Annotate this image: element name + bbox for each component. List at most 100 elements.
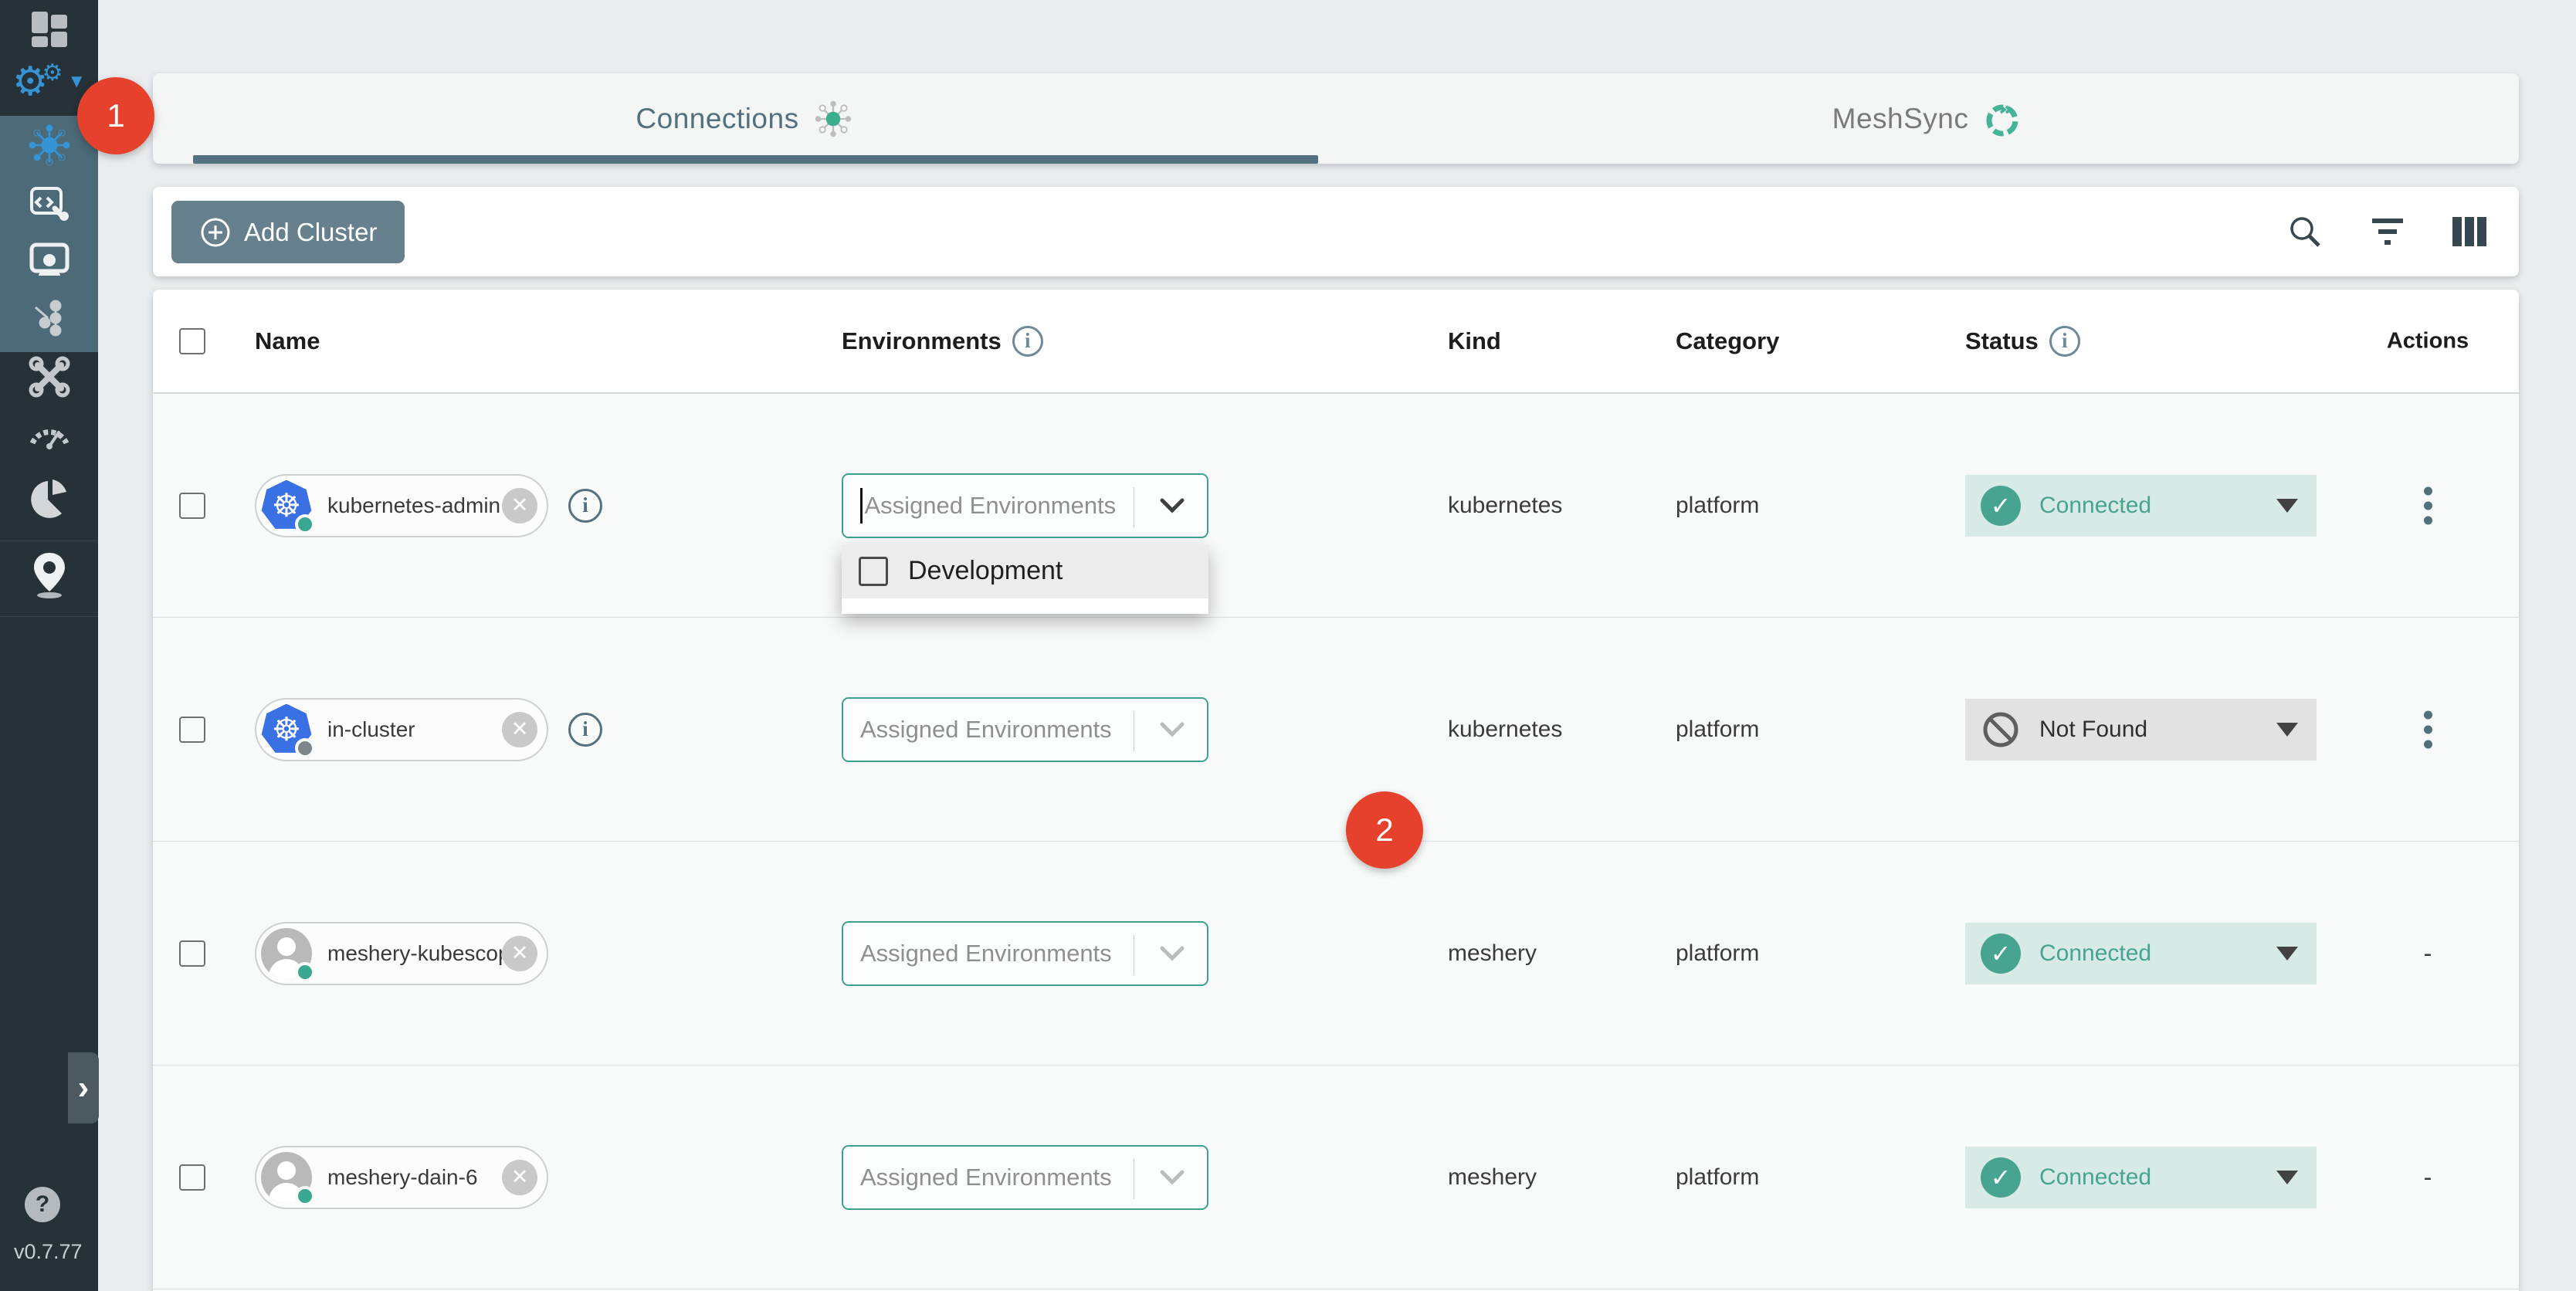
kubernetes-avatar-icon: ☸ xyxy=(261,704,312,755)
option-checkbox[interactable] xyxy=(859,557,888,586)
environments-placeholder: Assigned Environments xyxy=(860,1164,1112,1191)
environments-placeholder: Assigned Environments xyxy=(865,492,1117,520)
plus-circle-icon xyxy=(199,216,232,249)
adapters-code-wrench-icon[interactable] xyxy=(0,180,98,226)
chevron-down-icon[interactable] xyxy=(1159,497,1185,514)
designs-graph-icon[interactable] xyxy=(0,296,98,343)
table-row: meshery-dain-6 ✕ Assigned Environments m… xyxy=(153,1066,2519,1289)
connection-chip[interactable]: ☸ in-cluster ✕ xyxy=(255,698,548,761)
row-actions-none: - xyxy=(2351,939,2505,967)
row-checkbox[interactable] xyxy=(179,717,205,743)
chevron-down-icon[interactable] xyxy=(1159,721,1185,738)
column-header-name[interactable]: Name xyxy=(255,327,320,355)
kind-cell: kubernetes xyxy=(1448,717,1562,743)
dropdown-arrow-icon xyxy=(2276,723,2298,737)
active-tab-indicator xyxy=(193,155,1318,164)
person-avatar-icon xyxy=(261,1152,312,1203)
prohibited-icon xyxy=(1981,710,2021,750)
connection-chip[interactable]: meshery-dain-6 ✕ xyxy=(255,1146,548,1209)
column-header-kind[interactable]: Kind xyxy=(1448,327,1501,355)
dropdown-arrow-icon xyxy=(2276,947,2298,961)
connection-chip[interactable]: ☸ kubernetes-admin... ✕ xyxy=(255,474,548,537)
row-actions-menu-icon[interactable] xyxy=(2424,486,2432,524)
view-columns-icon[interactable] xyxy=(2452,215,2486,248)
chip-delete-icon[interactable]: ✕ xyxy=(502,488,537,524)
connection-info-icon[interactable]: i xyxy=(568,713,602,747)
status-chip-connected[interactable]: ✓ Connected xyxy=(1965,923,2317,984)
environments-info-icon[interactable]: i xyxy=(1012,326,1043,357)
chevron-down-icon[interactable] xyxy=(1159,1169,1185,1186)
annotation-step-2-badge: 2 xyxy=(1346,791,1423,869)
toolkit-crossed-tools-icon[interactable] xyxy=(0,354,98,400)
connection-info-icon[interactable]: i xyxy=(568,489,602,523)
connection-name: meshery-kubescop... xyxy=(312,941,502,966)
search-icon[interactable] xyxy=(2287,214,2323,249)
dropdown-arrow-icon xyxy=(2276,1171,2298,1184)
environments-select[interactable]: Assigned Environments xyxy=(842,921,1208,986)
row-checkbox[interactable] xyxy=(179,493,205,519)
add-cluster-button[interactable]: Add Cluster xyxy=(171,201,405,263)
column-header-environments[interactable]: Environments xyxy=(842,327,1002,355)
environment-pin-icon[interactable] xyxy=(0,550,98,601)
category-cell: platform xyxy=(1676,717,1759,743)
environments-dropdown-menu: Development xyxy=(842,544,1208,614)
performance-gauge-icon[interactable] xyxy=(0,411,98,457)
environments-select[interactable]: Assigned Environments xyxy=(842,473,1208,538)
option-label: Development xyxy=(908,556,1063,586)
select-all-checkbox[interactable] xyxy=(179,328,205,354)
environment-option-development[interactable]: Development xyxy=(842,544,1208,598)
category-cell: platform xyxy=(1676,940,1759,967)
chip-delete-icon[interactable]: ✕ xyxy=(502,936,537,971)
dashboard-grid-icon[interactable] xyxy=(0,9,98,49)
status-chip-connected[interactable]: ✓ Connected xyxy=(1965,1147,2317,1208)
person-avatar-icon xyxy=(261,928,312,979)
tab-connections-label: Connections xyxy=(636,103,798,135)
status-label: Connected xyxy=(2021,940,2276,967)
table-row: meshery-kubescop... ✕ Assigned Environme… xyxy=(153,842,2519,1066)
chip-delete-icon[interactable]: ✕ xyxy=(502,712,537,747)
column-header-category[interactable]: Category xyxy=(1676,327,1779,355)
status-chip-connected[interactable]: ✓ Connected xyxy=(1965,475,2317,537)
status-info-icon[interactable]: i xyxy=(2049,326,2080,357)
kind-cell: meshery xyxy=(1448,1164,1537,1191)
environments-select[interactable]: Assigned Environments xyxy=(842,697,1208,762)
gear-small-icon: ⚙ xyxy=(42,62,63,85)
filter-icon[interactable] xyxy=(2371,216,2405,247)
chevron-down-icon[interactable] xyxy=(1159,945,1185,962)
sidebar-divider xyxy=(0,616,98,617)
connection-chip[interactable]: meshery-kubescop... ✕ xyxy=(255,922,548,985)
status-dot-green xyxy=(295,1186,315,1206)
check-circle-icon: ✓ xyxy=(1981,1157,2021,1198)
column-header-actions: Actions xyxy=(2387,328,2469,354)
help-icon[interactable]: ? xyxy=(25,1187,60,1222)
connection-name: kubernetes-admin... xyxy=(312,493,502,518)
chevron-right-icon: › xyxy=(78,1069,90,1107)
row-actions-menu-icon[interactable] xyxy=(2424,710,2432,748)
status-chip-notfound[interactable]: Not Found xyxy=(1965,699,2317,761)
tab-meshsync-label: MeshSync xyxy=(1832,103,1969,135)
row-checkbox[interactable] xyxy=(179,1164,205,1191)
kubernetes-avatar-icon: ☸ xyxy=(261,480,312,531)
check-circle-icon: ✓ xyxy=(1981,934,2021,974)
environments-select[interactable]: Assigned Environments xyxy=(842,1145,1208,1210)
connection-name: meshery-dain-6 xyxy=(312,1165,502,1190)
meshery-app: ⚙⚙▼ xyxy=(0,0,2576,1291)
category-cell: platform xyxy=(1676,1164,1759,1191)
status-dot-gray xyxy=(295,738,315,758)
row-checkbox[interactable] xyxy=(179,940,205,967)
sidebar-expand-button[interactable]: › xyxy=(68,1052,99,1123)
row-actions-none: - xyxy=(2351,1163,2505,1191)
remote-person-screen-icon[interactable] xyxy=(0,238,98,284)
meshsync-tab-icon xyxy=(1982,99,2022,139)
connections-table: Name Environmentsi Kind Category Statusi… xyxy=(153,290,2519,1291)
extensions-pie-icon[interactable] xyxy=(0,473,98,524)
status-dot-green xyxy=(295,962,315,982)
chip-delete-icon[interactable]: ✕ xyxy=(502,1160,537,1195)
column-header-status[interactable]: Status xyxy=(1965,327,2039,355)
tab-meshsync[interactable]: MeshSync xyxy=(1336,73,2519,164)
status-label: Not Found xyxy=(2021,717,2276,743)
connection-name: in-cluster xyxy=(312,717,502,742)
tabs-bar: Connections MeshSync xyxy=(153,73,2519,164)
tab-connections[interactable]: Connections xyxy=(153,73,1336,164)
add-cluster-label: Add Cluster xyxy=(244,218,377,247)
